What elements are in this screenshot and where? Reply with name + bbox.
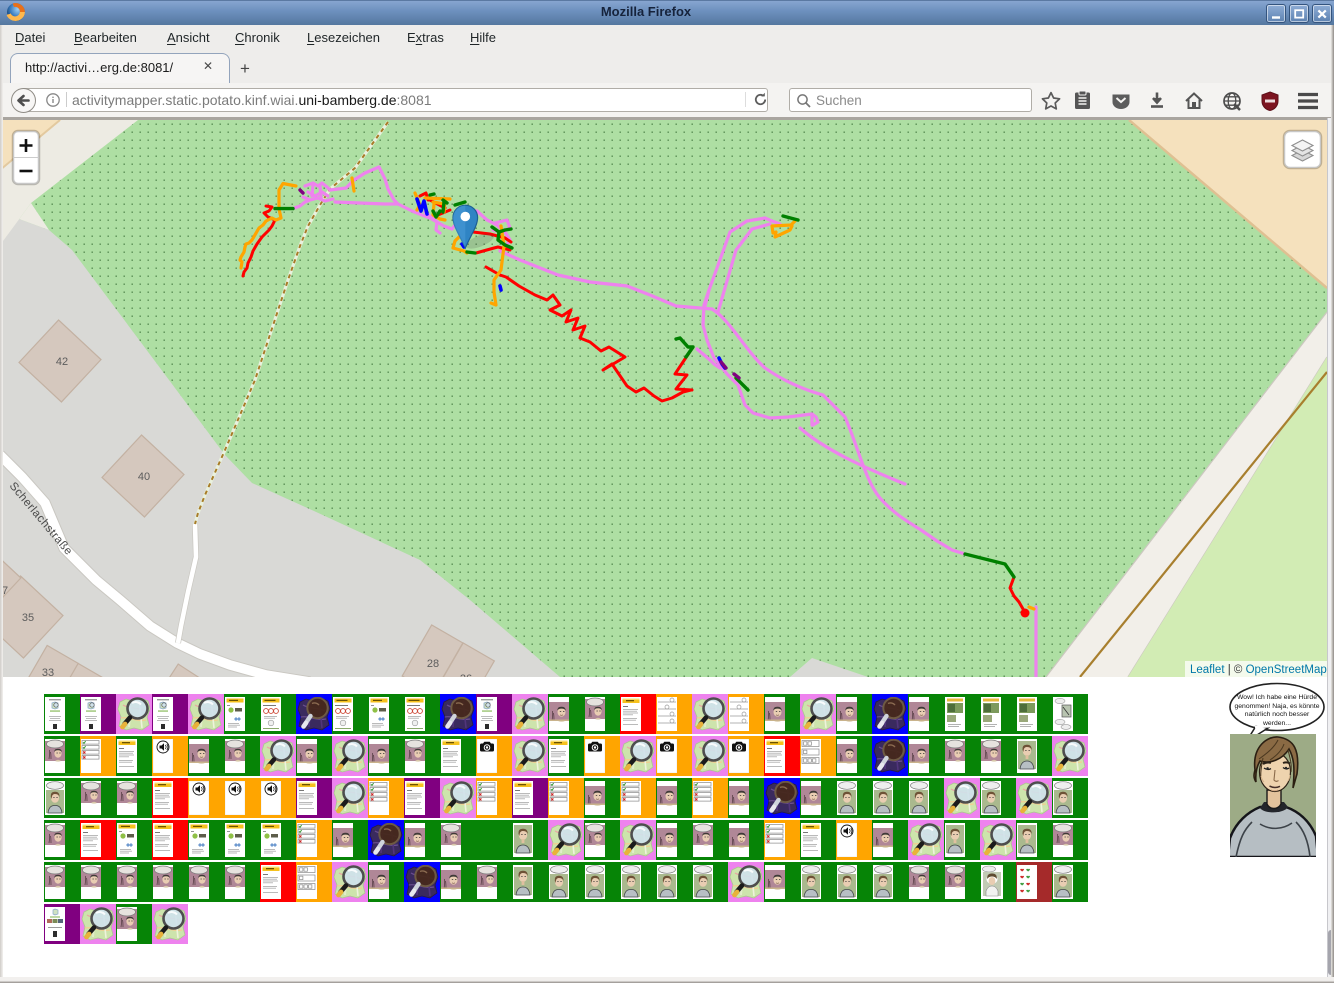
svg-text:Leaflet | © OpenStreetMap: Leaflet | © OpenStreetMap	[1190, 664, 1327, 676]
svg-text:33: 33	[42, 667, 54, 677]
svg-text:28: 28	[427, 658, 439, 670]
svg-text:42: 42	[56, 356, 68, 368]
svg-text:40: 40	[138, 471, 150, 483]
svg-text:35: 35	[22, 612, 34, 624]
svg-text:26: 26	[460, 673, 472, 677]
